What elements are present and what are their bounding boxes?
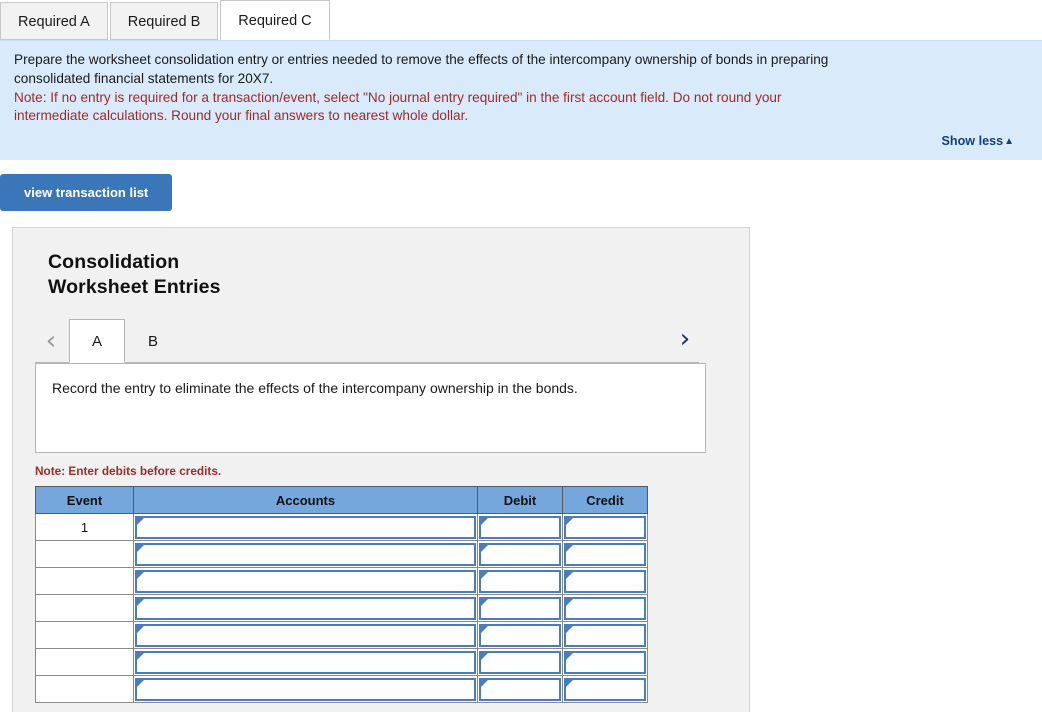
- instruction-line-1: Prepare the worksheet consolidation entr…: [14, 52, 829, 67]
- accounts-select-field[interactable]: [135, 542, 476, 566]
- accounts-select-field[interactable]: [135, 515, 476, 539]
- credit-input-field[interactable]: [564, 650, 646, 674]
- debit-cell: [477, 594, 563, 622]
- event-cell: [35, 675, 134, 703]
- prev-entry-chevron-icon[interactable]: ‹: [37, 327, 65, 355]
- accounts-cell: [133, 567, 478, 595]
- debit-input-field[interactable]: [479, 596, 561, 620]
- debit-input-field[interactable]: [479, 677, 561, 701]
- credit-cell: [562, 567, 648, 595]
- worksheet-panel: Consolidation Worksheet Entries ‹ A B › …: [12, 227, 750, 712]
- toolbar-row: view transaction list: [0, 160, 1042, 211]
- event-cell: [35, 648, 134, 676]
- debit-cell: [477, 648, 563, 676]
- event-cell: 1: [35, 513, 134, 541]
- table-row: [35, 648, 648, 676]
- entry-tab-a[interactable]: A: [69, 318, 125, 363]
- show-less-row: Show less▲: [14, 133, 1028, 148]
- debit-cell: [477, 621, 563, 649]
- accounts-cell: [133, 513, 478, 541]
- accounts-select-field[interactable]: [135, 650, 476, 674]
- table-row: [35, 540, 648, 568]
- debits-before-credits-note: Note: Enter debits before credits.: [35, 464, 222, 478]
- accounts-cell: [133, 621, 478, 649]
- accounts-cell: [133, 648, 478, 676]
- debit-cell: [477, 567, 563, 595]
- record-entry-text: Record the entry to eliminate the effect…: [52, 380, 578, 396]
- panel-title: Consolidation Worksheet Entries: [48, 250, 749, 300]
- journal-entry-table: Event Accounts Debit Credit 1: [35, 486, 648, 703]
- credit-cell: [562, 648, 648, 676]
- show-less-link[interactable]: Show less▲: [942, 134, 1015, 148]
- column-header-debit: Debit: [477, 486, 563, 514]
- credit-input-field[interactable]: [564, 569, 646, 593]
- show-less-label: Show less: [941, 134, 1004, 148]
- debit-input-field[interactable]: [479, 650, 561, 674]
- table-row: [35, 567, 648, 595]
- entry-tab-row: ‹ A B ›: [35, 318, 735, 363]
- page-root: Required A Required B Required C Prepare…: [0, 0, 1042, 712]
- credit-input-field[interactable]: [564, 677, 646, 701]
- accounts-cell: [133, 594, 478, 622]
- panel-title-line-2: Worksheet Entries: [48, 276, 221, 298]
- credit-cell: [562, 513, 648, 541]
- debit-cell: [477, 513, 563, 541]
- debit-input-field[interactable]: [479, 515, 561, 539]
- column-header-event: Event: [35, 486, 134, 514]
- table-row: [35, 594, 648, 622]
- credit-input-field[interactable]: [564, 542, 646, 566]
- instruction-note-line-2: intermediate calculations. Round your fi…: [14, 108, 469, 123]
- debit-cell: [477, 675, 563, 703]
- entry-tab-b[interactable]: B: [125, 319, 181, 363]
- debit-input-field[interactable]: [479, 569, 561, 593]
- accounts-select-field[interactable]: [135, 596, 476, 620]
- tab-required-c[interactable]: Required C: [220, 0, 330, 40]
- view-transaction-list-button[interactable]: view transaction list: [0, 174, 173, 211]
- credit-input-field[interactable]: [564, 596, 646, 620]
- event-cell: [35, 594, 134, 622]
- credit-cell: [562, 540, 648, 568]
- debit-cell: [477, 540, 563, 568]
- required-tab-bar: Required A Required B Required C: [0, 0, 1042, 40]
- credit-input-field[interactable]: [564, 515, 646, 539]
- tab-required-a[interactable]: Required A: [0, 2, 108, 40]
- instruction-note-line-1: Note: If no entry is required for a tran…: [14, 90, 782, 105]
- accounts-select-field[interactable]: [135, 623, 476, 647]
- credit-cell: [562, 621, 648, 649]
- table-row: [35, 675, 648, 703]
- credit-cell: [562, 675, 648, 703]
- credit-input-field[interactable]: [564, 623, 646, 647]
- next-entry-chevron-icon[interactable]: ›: [671, 325, 699, 353]
- instructions-panel: Prepare the worksheet consolidation entr…: [0, 40, 1042, 160]
- tab-required-b[interactable]: Required B: [109, 2, 219, 40]
- event-cell: [35, 567, 134, 595]
- column-header-credit: Credit: [562, 486, 648, 514]
- event-cell: [35, 540, 134, 568]
- credit-cell: [562, 594, 648, 622]
- caret-up-icon: ▲: [1004, 136, 1014, 147]
- accounts-cell: [133, 540, 478, 568]
- record-entry-box: Record the entry to eliminate the effect…: [35, 363, 706, 453]
- event-cell: [35, 621, 134, 649]
- table-row: [35, 621, 648, 649]
- panel-title-line-1: Consolidation: [48, 251, 180, 273]
- accounts-select-field[interactable]: [135, 677, 476, 701]
- debit-input-field[interactable]: [479, 542, 561, 566]
- instruction-line-2: consolidated financial statements for 20…: [14, 71, 274, 86]
- accounts-cell: [133, 675, 478, 703]
- debit-input-field[interactable]: [479, 623, 561, 647]
- table-header-row: Event Accounts Debit Credit: [35, 486, 648, 514]
- column-header-accounts: Accounts: [133, 486, 478, 514]
- table-row: 1: [35, 513, 648, 541]
- accounts-select-field[interactable]: [135, 569, 476, 593]
